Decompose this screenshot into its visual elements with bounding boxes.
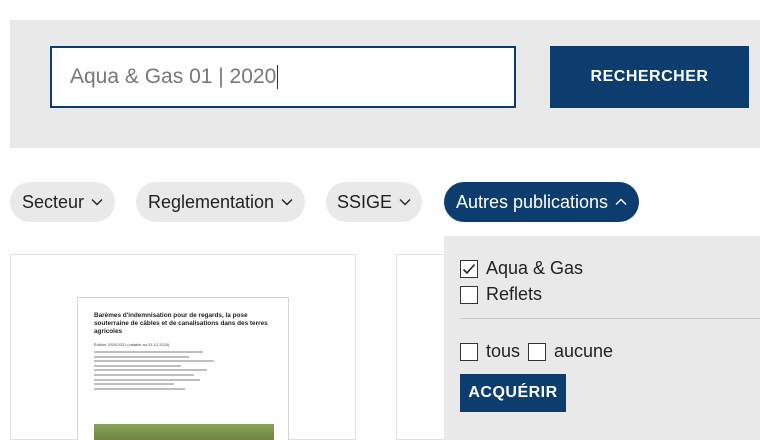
option-label: Aqua & Gas xyxy=(486,258,584,278)
checkbox[interactable] xyxy=(460,342,478,361)
text-caret xyxy=(277,65,279,89)
option-label: Reflets xyxy=(486,284,543,304)
search-input-value: Aqua & Gas 01 | 2020 xyxy=(70,65,277,88)
document-text-lines xyxy=(94,351,276,390)
filter-ssige[interactable]: SSIGE xyxy=(326,182,422,222)
checkbox[interactable] xyxy=(460,285,478,304)
search-button[interactable]: RECHERCHER xyxy=(550,46,749,108)
autres-publications-dropdown: Aqua & Gas Reflets tous aucune ACQUÉRIR xyxy=(444,236,760,440)
document-edition: Édition 2020/2021 (valable au 31.12.2024… xyxy=(94,342,170,347)
checkbox-checked[interactable] xyxy=(460,259,478,278)
document-thumbnail: Barèmes d'indemnisation pour de regards,… xyxy=(77,297,289,440)
filter-label: Reglementation xyxy=(147,191,275,212)
filter-label: Autres publications xyxy=(455,191,609,212)
search-band: Aqua & Gas 01 | 2020 RECHERCHER xyxy=(10,20,760,148)
search-input[interactable]: Aqua & Gas 01 | 2020 xyxy=(50,46,516,108)
chevron-up-icon xyxy=(615,198,627,205)
divider xyxy=(460,318,760,319)
publication-card[interactable]: Barèmes d'indemnisation pour de regards,… xyxy=(10,254,356,440)
document-photo xyxy=(94,424,274,440)
filter-label: Secteur xyxy=(21,191,85,212)
acquire-button[interactable]: ACQUÉRIR xyxy=(460,374,566,412)
select-none-label: aucune xyxy=(554,341,614,361)
document-title: Barèmes d'indemnisation pour de regards,… xyxy=(94,312,268,335)
select-all-label: tous xyxy=(486,341,521,361)
filter-reglementation[interactable]: Reglementation xyxy=(136,182,305,222)
chevron-down-icon xyxy=(281,199,293,206)
chevron-down-icon xyxy=(91,199,103,206)
filter-secteur[interactable]: Secteur xyxy=(10,182,115,222)
filter-label: SSIGE xyxy=(336,191,393,212)
option-reflets[interactable]: Reflets xyxy=(460,284,542,305)
chevron-down-icon xyxy=(399,199,411,206)
select-none[interactable]: aucune xyxy=(528,341,613,362)
checkmark-icon xyxy=(462,263,476,274)
checkbox[interactable] xyxy=(528,342,546,361)
option-aqua-gas[interactable]: Aqua & Gas xyxy=(460,258,583,279)
select-all[interactable]: tous xyxy=(460,341,520,362)
filter-autres-publications[interactable]: Autres publications xyxy=(444,182,639,222)
